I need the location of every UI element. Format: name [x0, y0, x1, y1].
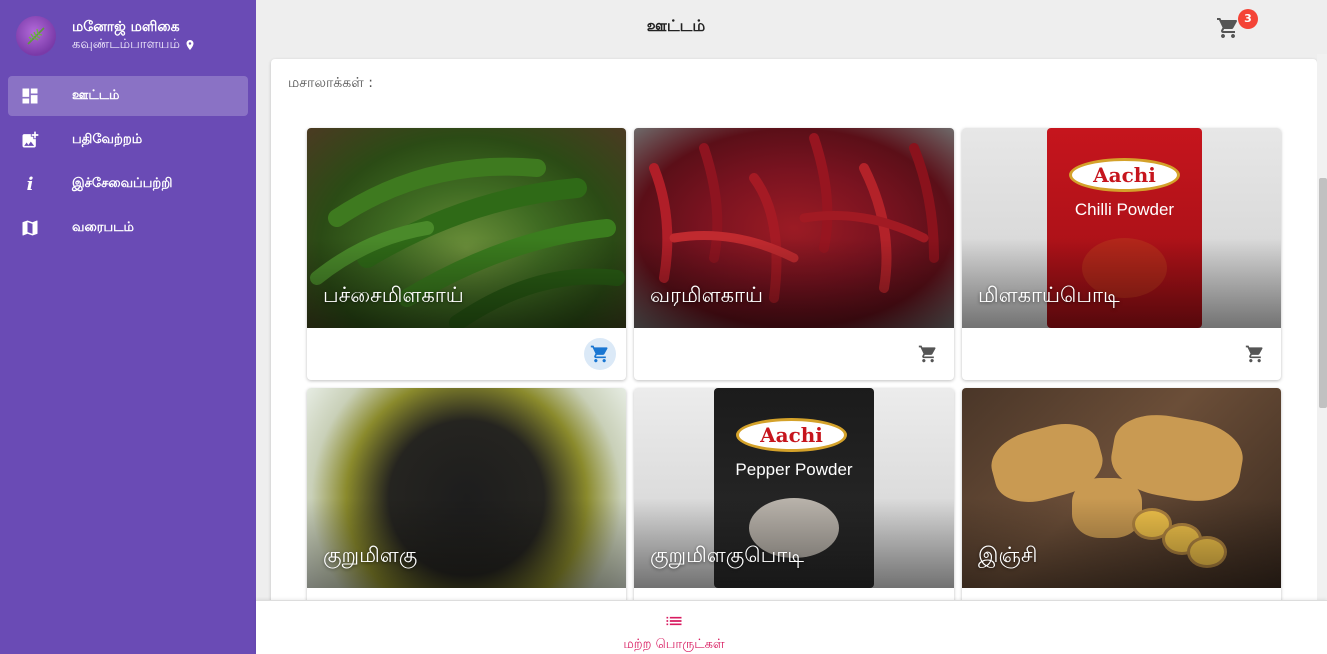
product-name: இஞ்சி	[978, 543, 1038, 567]
sidebar-item-map[interactable]: வரைபடம்	[8, 208, 248, 248]
sidebar-item-label: இச்சேவைப்பற்றி	[72, 176, 173, 191]
sidebar-item-about[interactable]: i இச்சேவைப்பற்றி	[8, 164, 248, 204]
brand-logo: Aachi	[1069, 158, 1180, 192]
section-title: மசாலாக்கள் :	[288, 75, 373, 91]
cart-icon	[918, 345, 936, 363]
product-card[interactable]: பச்சைமிளகாய்	[307, 128, 626, 380]
product-grid: பச்சைமிளகாய் வரமிளகாய் Aachi Chilli Powd…	[307, 128, 1281, 640]
info-icon: i	[26, 173, 34, 195]
main-content: மசாலாக்கள் : பச்சைமிளகாய் வரமிளகாய் Aach…	[271, 59, 1317, 654]
other-products-label: மற்ற பொருட்கள்	[623, 637, 725, 652]
location-text: கவுண்டம்பாளயம்	[72, 37, 180, 52]
add-to-cart-button[interactable]	[584, 338, 616, 370]
cart-count-badge: 3	[1238, 9, 1258, 29]
pepper-powder-image: Aachi Pepper Powder குறுமிளகுபொடி	[634, 388, 954, 588]
dashboard-icon	[18, 84, 42, 108]
sidebar: மனோஜ் மளிகை கவுண்டம்பாளயம் ஊட்டம் பதிவேற…	[0, 0, 256, 654]
cart-icon	[1217, 18, 1238, 38]
sidebar-nav: ஊட்டம் பதிவேற்றம் i இச்சேவைப்பற்றி வரைபட…	[0, 72, 256, 256]
brand-logo: Aachi	[736, 418, 847, 452]
pack-label: Chilli Powder	[1074, 200, 1175, 219]
product-name: குறுமிளகு	[323, 543, 418, 567]
map-icon	[18, 216, 42, 240]
product-name: பச்சைமிளகாய்	[323, 283, 464, 307]
product-name: குறுமிளகுபொடி	[650, 543, 804, 567]
sidebar-item-label: ஊட்டம்	[72, 88, 120, 103]
sidebar-item-upload[interactable]: பதிவேற்றம்	[8, 120, 248, 160]
black-pepper-image: குறுமிளகு	[307, 388, 626, 588]
product-name: மிளகாய்பொடி	[978, 283, 1120, 307]
sidebar-item-feed[interactable]: ஊட்டம்	[8, 76, 248, 116]
cart-icon	[1245, 345, 1263, 363]
location-pin-icon	[186, 40, 194, 50]
red-chilli-image: வரமிளகாய்	[634, 128, 954, 328]
avatar	[16, 16, 56, 56]
pack-label: Pepper Powder	[735, 460, 853, 479]
sidebar-item-label: பதிவேற்றம்	[72, 132, 143, 147]
store-name: மனோஜ் மளிகை	[72, 19, 180, 35]
add-to-cart-button[interactable]	[912, 338, 944, 370]
sidebar-item-label: வரைபடம்	[72, 220, 134, 235]
other-products-button[interactable]: மற்ற பொருட்கள்	[596, 611, 752, 653]
store-location: கவுண்டம்பாளயம்	[72, 36, 196, 54]
product-name: வரமிளகாய்	[650, 283, 763, 307]
cart-icon	[590, 345, 608, 363]
list-icon	[666, 616, 682, 626]
top-bar: ஊட்டம் 3	[256, 0, 1327, 54]
product-card[interactable]: வரமிளகாய்	[634, 128, 954, 380]
green-chilli-image: பச்சைமிளகாய்	[307, 128, 626, 328]
add-to-cart-button[interactable]	[1239, 338, 1271, 370]
add-photo-icon	[18, 128, 42, 152]
herb-icon	[27, 27, 45, 45]
scrollbar-thumb[interactable]	[1319, 178, 1327, 408]
ginger-image: இஞ்சி	[962, 388, 1281, 588]
page-title: ஊட்டம்	[646, 16, 706, 35]
product-card[interactable]: Aachi Chilli Powder மிளகாய்பொடி	[962, 128, 1281, 380]
brand-header: மனோஜ் மளிகை கவுண்டம்பாளயம்	[0, 0, 256, 72]
bottom-nav: மற்ற பொருட்கள்	[256, 600, 1327, 654]
chilli-powder-image: Aachi Chilli Powder மிளகாய்பொடி	[962, 128, 1281, 328]
